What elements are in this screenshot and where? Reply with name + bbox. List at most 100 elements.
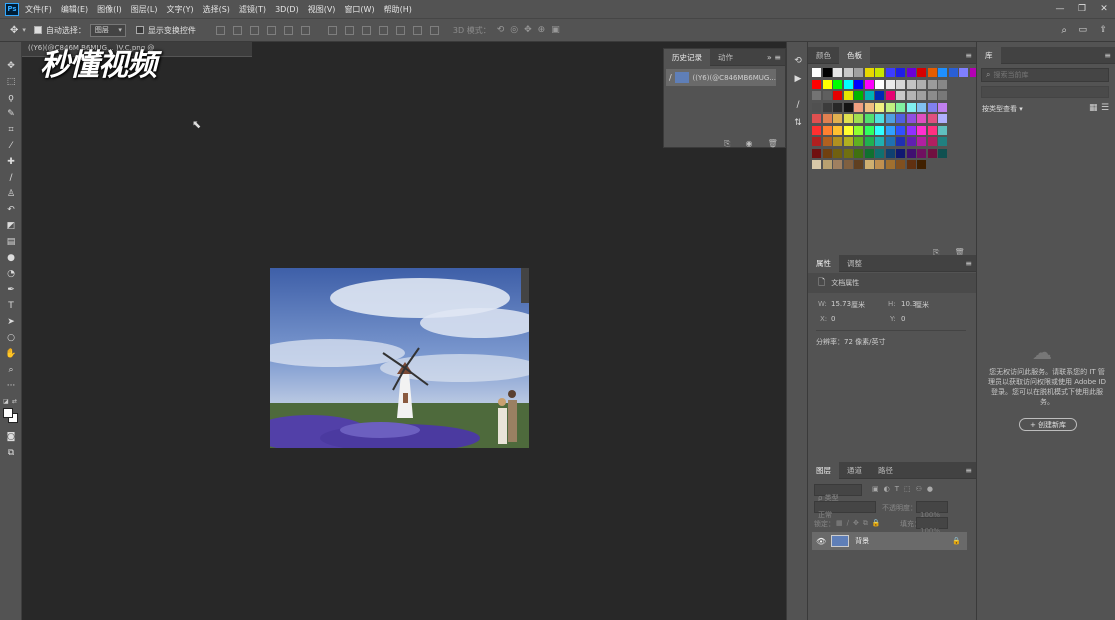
3d-slide-icon[interactable]: ⊕ — [538, 25, 546, 35]
lock-artboard-icon[interactable]: ⧉ — [863, 519, 872, 527]
color-swatch[interactable] — [833, 91, 842, 100]
color-swatch[interactable] — [822, 79, 832, 89]
filter-adjust-icon[interactable]: ◐ — [884, 485, 895, 493]
color-swatch[interactable] — [938, 91, 947, 100]
color-swatch[interactable] — [833, 160, 842, 169]
distribute-vcenter-icon[interactable] — [344, 25, 354, 35]
path-select-tool-icon[interactable]: ➤ — [3, 315, 19, 329]
type-tool-icon[interactable]: T — [3, 299, 19, 313]
more-tools-icon[interactable]: ··· — [3, 379, 19, 393]
search-icon[interactable]: ⌕ — [1061, 25, 1067, 36]
menu-3d[interactable]: 3D(D) — [275, 5, 299, 14]
color-swatch[interactable] — [854, 91, 863, 100]
swatches-grid[interactable] — [808, 68, 979, 188]
healing-brush-tool-icon[interactable]: ✚ — [3, 155, 19, 169]
color-swatch[interactable] — [812, 137, 821, 146]
color-swatch[interactable] — [896, 91, 905, 100]
default-colors-icon[interactable]: ◪ — [3, 398, 10, 405]
color-swatch[interactable] — [843, 114, 853, 123]
color-swatch[interactable] — [885, 68, 895, 77]
color-swatch[interactable] — [906, 68, 916, 77]
color-swatch[interactable] — [864, 91, 874, 100]
new-document-from-state-icon[interactable]: ⎘ — [724, 139, 730, 148]
align-left-icon[interactable] — [266, 25, 276, 35]
color-swatch[interactable] — [843, 102, 853, 112]
filter-toggle-icon[interactable]: ● — [927, 485, 938, 493]
filter-pixel-icon[interactable]: ▣ — [872, 485, 884, 493]
layer-filter-dropdown[interactable]: ρ 类型 — [814, 484, 862, 502]
ellipse-tool-icon[interactable]: ○ — [3, 331, 19, 345]
color-swatch[interactable] — [875, 79, 884, 89]
show-transform-checkbox[interactable] — [135, 26, 144, 34]
lock-all-icon[interactable]: 🔒 — [872, 519, 885, 527]
color-swatch[interactable] — [854, 148, 863, 158]
color-swatch[interactable] — [906, 91, 916, 100]
color-swatch[interactable] — [864, 125, 874, 135]
crop-tool-icon[interactable]: ⌗ — [3, 123, 19, 137]
tab-color[interactable]: 颜色 — [808, 47, 839, 64]
eraser-tool-icon[interactable]: ◩ — [3, 219, 19, 233]
distribute-hcenter-icon[interactable] — [395, 25, 405, 35]
menu-filter[interactable]: 滤镜(T) — [239, 4, 266, 15]
color-swatch[interactable] — [864, 79, 874, 89]
color-swatch[interactable] — [812, 125, 821, 135]
color-swatch[interactable] — [927, 148, 937, 158]
color-swatch[interactable] — [917, 114, 926, 123]
3d-pan-icon[interactable]: ✥ — [524, 25, 532, 35]
align-bottom-icon[interactable] — [249, 25, 259, 35]
hand-tool-icon[interactable]: ✋ — [3, 347, 19, 361]
color-swatch[interactable] — [906, 125, 916, 135]
brush-settings-icon[interactable]: ∕ — [790, 98, 806, 112]
color-swatch[interactable] — [864, 148, 874, 158]
distribute-bottom-icon[interactable] — [361, 25, 371, 35]
color-swatch[interactable] — [875, 137, 884, 146]
history-brush-source-icon[interactable]: ∕ — [669, 73, 672, 82]
menu-file[interactable]: 文件(F) — [25, 4, 52, 15]
layer-row-background[interactable]: 👁 背景 🔒 — [812, 532, 967, 550]
quick-select-tool-icon[interactable]: ✎ — [3, 107, 19, 121]
color-swatch[interactable] — [833, 114, 842, 123]
color-swatch[interactable] — [906, 160, 916, 169]
tab-adjustments[interactable]: 调整 — [839, 255, 870, 272]
fill-field[interactable]: 100% — [916, 517, 948, 535]
color-swatch[interactable] — [854, 125, 863, 135]
color-swatch[interactable] — [896, 125, 905, 135]
color-swatch[interactable] — [959, 68, 968, 77]
color-swatch[interactable] — [843, 125, 853, 135]
color-swatch[interactable] — [854, 137, 863, 146]
color-swatch[interactable] — [822, 160, 832, 169]
auto-select-checkbox[interactable] — [33, 26, 42, 34]
color-swatch[interactable] — [822, 91, 832, 100]
color-swatch[interactable] — [812, 160, 821, 169]
color-swatch[interactable] — [812, 114, 821, 123]
color-swatch[interactable] — [843, 79, 853, 89]
color-swatch[interactable] — [854, 102, 863, 112]
color-swatch[interactable] — [948, 68, 958, 77]
color-swatch[interactable] — [927, 137, 937, 146]
color-swatch[interactable] — [938, 137, 947, 146]
color-swatch[interactable] — [885, 137, 895, 146]
color-swatch[interactable] — [927, 91, 937, 100]
color-swatch[interactable] — [927, 68, 937, 77]
color-swatch[interactable] — [885, 91, 895, 100]
panel-menu-icon[interactable]: ≡ — [965, 259, 972, 268]
menu-help[interactable]: 帮助(H) — [384, 4, 412, 15]
library-search-input[interactable]: ⌕ 搜索当前库 — [981, 68, 1109, 82]
canvas-image[interactable] — [270, 268, 529, 448]
tab-paths[interactable]: 路径 — [870, 462, 901, 479]
marquee-tool-icon[interactable]: ⬚ — [3, 75, 19, 89]
history-panel-icon[interactable]: ⟲ — [790, 54, 806, 68]
color-swatch[interactable] — [938, 102, 947, 112]
color-swatch[interactable] — [875, 125, 884, 135]
camera-icon[interactable]: ◉ — [746, 139, 753, 148]
align-top-icon[interactable] — [215, 25, 225, 35]
color-swatch[interactable] — [917, 125, 926, 135]
color-swatch[interactable] — [843, 137, 853, 146]
color-swatch[interactable] — [812, 68, 821, 77]
screen-mode-icon[interactable]: ⧉ — [3, 446, 19, 460]
color-swatch[interactable] — [885, 160, 895, 169]
lock-transparent-icon[interactable]: ▦ — [836, 519, 847, 527]
library-select-dropdown[interactable] — [981, 86, 1109, 98]
distribute-right-icon[interactable] — [412, 25, 422, 35]
color-swatch[interactable] — [896, 68, 905, 77]
